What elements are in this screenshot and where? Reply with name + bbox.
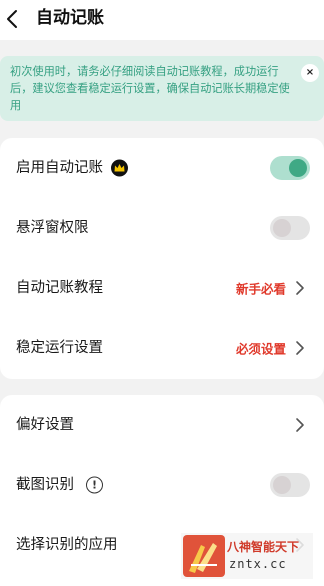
setting-label: 自动记账教程 xyxy=(16,280,103,296)
toggle-knob xyxy=(289,159,307,177)
setting-row-preferences[interactable]: 偏好设置 xyxy=(0,395,324,455)
watermark-logo xyxy=(183,535,225,577)
setting-label: 稳定运行设置 xyxy=(16,340,103,356)
toggle-knob xyxy=(273,219,291,237)
chevron-right-icon xyxy=(296,281,304,295)
setting-row-enable-auto[interactable]: 启用自动记账 xyxy=(0,138,324,198)
stable-run-hint: 必须设置 xyxy=(235,341,286,357)
watermark-url: zntx.cc xyxy=(229,557,287,571)
enable-auto-toggle[interactable] xyxy=(270,156,310,180)
setting-label: 悬浮窗权限 xyxy=(16,220,89,236)
tutorial-hint: 新手必看 xyxy=(235,281,286,297)
notice-text: 初次使用时，请务必仔细阅读自动记账教程，成功运行后，建议您查看稳定运行设置，确保… xyxy=(10,65,290,112)
settings-card-main: 启用自动记账 悬浮窗权限 自动记账教程 新手必看 稳定运行设置 必须设置 xyxy=(0,138,324,379)
setting-label: 选择识别的应用 xyxy=(16,537,118,553)
watermark: 八神智能天下 zntx.cc xyxy=(181,533,313,579)
setting-row-overlay-permission[interactable]: 悬浮窗权限 xyxy=(0,198,324,258)
chevron-right-icon xyxy=(296,418,304,432)
screenshot-recognition-toggle[interactable] xyxy=(270,473,310,497)
chevron-left-icon xyxy=(7,10,17,28)
setting-label: 截图识别 xyxy=(16,477,74,493)
setting-label: 启用自动记账 xyxy=(16,160,103,176)
app-header: 自动记账 xyxy=(0,0,324,40)
setting-label: 偏好设置 xyxy=(16,417,74,433)
overlay-permission-toggle[interactable] xyxy=(270,216,310,240)
setting-row-stable-run[interactable]: 稳定运行设置 必须设置 xyxy=(0,318,324,378)
close-icon: × xyxy=(305,67,315,78)
chevron-right-icon xyxy=(296,341,304,355)
close-notice-button[interactable]: × xyxy=(301,64,319,82)
crown-icon xyxy=(111,159,128,177)
toggle-knob xyxy=(273,476,291,494)
page-title: 自动记账 xyxy=(36,8,104,28)
watermark-title: 八神智能天下 xyxy=(227,540,300,554)
info-icon[interactable]: ! xyxy=(86,476,103,494)
setting-row-tutorial[interactable]: 自动记账教程 新手必看 xyxy=(0,258,324,318)
setting-row-screenshot-recognition[interactable]: 截图识别 ! xyxy=(0,455,324,515)
notice-banner: 初次使用时，请务必仔细阅读自动记账教程，成功运行后，建议您查看稳定运行设置，确保… xyxy=(0,56,324,121)
back-button[interactable] xyxy=(2,8,24,30)
